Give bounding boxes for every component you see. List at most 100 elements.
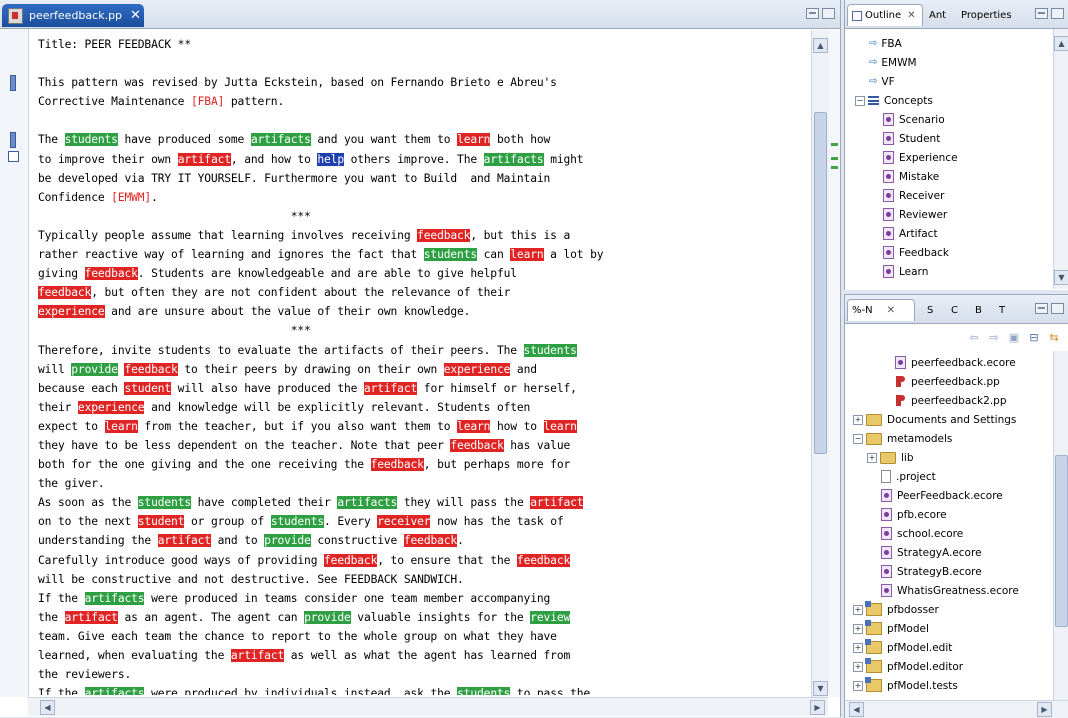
highlighted-term[interactable]: artifacts: [337, 496, 397, 510]
navigator-item[interactable]: WhatisGreatness.ecore: [849, 581, 1049, 600]
expand-icon[interactable]: +: [853, 414, 863, 425]
highlighted-term[interactable]: artifact: [177, 152, 231, 166]
highlighted-term[interactable]: feedback: [516, 553, 570, 567]
navigator-item[interactable]: PeerFeedback.ecore: [849, 486, 1049, 505]
collapse-all-icon[interactable]: ⊟: [1027, 331, 1041, 345]
navigator-item[interactable]: peerfeedback.ecore: [849, 353, 1049, 372]
navigator-item[interactable]: peerfeedback.pp: [849, 372, 1049, 391]
minimize-outline-button[interactable]: [1035, 8, 1048, 19]
navigator-item[interactable]: .project: [849, 467, 1049, 486]
highlighted-term[interactable]: student: [137, 515, 184, 529]
highlighted-term[interactable]: students: [457, 687, 510, 695]
expand-icon[interactable]: +: [853, 642, 863, 653]
outline-item[interactable]: ⇨ VF: [849, 72, 1049, 91]
highlighted-term[interactable]: experience: [38, 305, 105, 319]
highlighted-term[interactable]: artifacts: [84, 687, 145, 695]
editor-text-area[interactable]: Title: PEER FEEDBACK ** This pattern was …: [38, 35, 813, 695]
pattern-reference[interactable]: [FBA]: [191, 95, 224, 108]
overview-marker[interactable]: [831, 157, 838, 160]
highlighted-term[interactable]: feedback: [324, 553, 377, 567]
outline-item[interactable]: Reviewer: [849, 205, 1049, 224]
collapse-icon[interactable]: −: [855, 95, 865, 106]
highlighted-term[interactable]: learn: [510, 248, 544, 262]
navigator-item[interactable]: StrategyB.ecore: [849, 562, 1049, 581]
outline-scrollbar[interactable]: [1053, 29, 1068, 289]
navigator-item[interactable]: + pfModel.edit: [849, 638, 1049, 657]
outline-item[interactable]: ⇨ EMWM: [849, 53, 1049, 72]
navigator-item[interactable]: + pfModel.editor: [849, 657, 1049, 676]
highlighted-term[interactable]: artifact: [363, 381, 417, 395]
highlighted-term[interactable]: students: [423, 248, 477, 262]
navigator-item[interactable]: + pfModel.tests: [849, 676, 1049, 695]
scroll-down-arrow-icon[interactable]: ▼: [1054, 270, 1068, 285]
tab-ant[interactable]: Ant: [925, 4, 955, 26]
annotation-marker[interactable]: [10, 75, 16, 91]
tab-b[interactable]: B: [971, 299, 993, 321]
navigator-item[interactable]: − metamodels: [849, 429, 1049, 448]
outline-item[interactable]: Artifact: [849, 224, 1049, 243]
highlighted-term[interactable]: feedback: [450, 438, 504, 452]
highlighted-term[interactable]: student: [124, 381, 171, 395]
highlighted-term[interactable]: provide: [304, 610, 351, 624]
minimize-navigator-button[interactable]: [1035, 303, 1048, 314]
highlighted-term[interactable]: artifact: [230, 649, 284, 662]
navigator-item[interactable]: StrategyA.ecore: [849, 543, 1049, 562]
expand-icon[interactable]: +: [853, 604, 863, 615]
outline-item[interactable]: Learn: [849, 262, 1049, 281]
navigator-item[interactable]: + Documents and Settings: [849, 410, 1049, 429]
outline-item[interactable]: Scenario: [849, 110, 1049, 129]
scroll-right-arrow-icon[interactable]: ▶: [810, 700, 825, 715]
pattern-reference[interactable]: [EMWM]: [111, 191, 151, 204]
navigator-item[interactable]: school.ecore: [849, 524, 1049, 543]
scroll-up-arrow-icon[interactable]: ▲: [1054, 36, 1068, 51]
highlighted-term[interactable]: artifacts: [250, 133, 311, 147]
horizontal-scrollbar[interactable]: [28, 697, 828, 716]
up-folder-icon[interactable]: ▣: [1007, 331, 1021, 345]
maximize-editor-button[interactable]: [822, 8, 835, 19]
expand-icon[interactable]: +: [853, 680, 863, 691]
overview-marker[interactable]: [831, 143, 838, 146]
navigator-item[interactable]: pfb.ecore: [849, 505, 1049, 524]
navigator-item[interactable]: + lib: [849, 448, 1049, 467]
expand-icon[interactable]: +: [867, 452, 877, 463]
tab-c[interactable]: C: [947, 299, 969, 321]
tab-navigator[interactable]: %-N ✕: [847, 299, 915, 321]
outline-item[interactable]: − Concepts: [849, 91, 1049, 110]
tab-s[interactable]: S: [923, 299, 945, 321]
navigator-scroll-thumb[interactable]: [1055, 455, 1068, 627]
close-tab-icon[interactable]: ✕: [130, 8, 141, 23]
scroll-right-arrow-icon[interactable]: ▶: [1037, 702, 1052, 717]
highlighted-term[interactable]: artifact: [530, 496, 584, 510]
highlighted-term[interactable]: receiver: [377, 515, 431, 529]
outline-item[interactable]: Student: [849, 129, 1049, 148]
highlighted-term[interactable]: students: [270, 515, 324, 529]
tab-outline[interactable]: Outline ✕: [847, 4, 923, 26]
highlighted-term[interactable]: learn: [457, 133, 490, 147]
expand-icon[interactable]: +: [853, 661, 863, 672]
tab-properties[interactable]: Properties: [957, 4, 1023, 26]
editor-tab[interactable]: peerfeedback.pp ✕: [2, 4, 144, 27]
collapse-icon[interactable]: −: [853, 433, 863, 444]
navigator-item[interactable]: + pfModel: [849, 619, 1049, 638]
highlighted-term[interactable]: help: [317, 152, 344, 166]
annotation-marker[interactable]: [10, 132, 16, 148]
highlighted-term[interactable]: experience: [443, 362, 510, 376]
highlighted-term[interactable]: artifact: [157, 534, 211, 548]
highlighted-term[interactable]: feedback: [403, 534, 457, 548]
highlighted-term[interactable]: students: [523, 343, 577, 357]
highlighted-term[interactable]: provide: [264, 534, 311, 548]
close-tab-icon[interactable]: ✕: [907, 10, 915, 21]
highlighted-term[interactable]: review: [530, 610, 570, 624]
tab-t[interactable]: T: [995, 299, 1017, 321]
highlighted-term[interactable]: provide: [71, 362, 118, 376]
maximize-navigator-button[interactable]: [1051, 303, 1064, 314]
outline-item[interactable]: Feedback: [849, 243, 1049, 262]
highlighted-term[interactable]: learn: [457, 419, 490, 433]
highlighted-term[interactable]: feedback: [38, 286, 91, 300]
scroll-up-arrow-icon[interactable]: ▲: [813, 38, 828, 53]
maximize-outline-button[interactable]: [1051, 8, 1064, 19]
link-with-editor-icon[interactable]: ⇆: [1047, 331, 1061, 345]
outline-item[interactable]: Experience: [849, 148, 1049, 167]
highlighted-term[interactable]: artifacts: [483, 152, 544, 166]
bookmark-icon[interactable]: [8, 151, 19, 162]
